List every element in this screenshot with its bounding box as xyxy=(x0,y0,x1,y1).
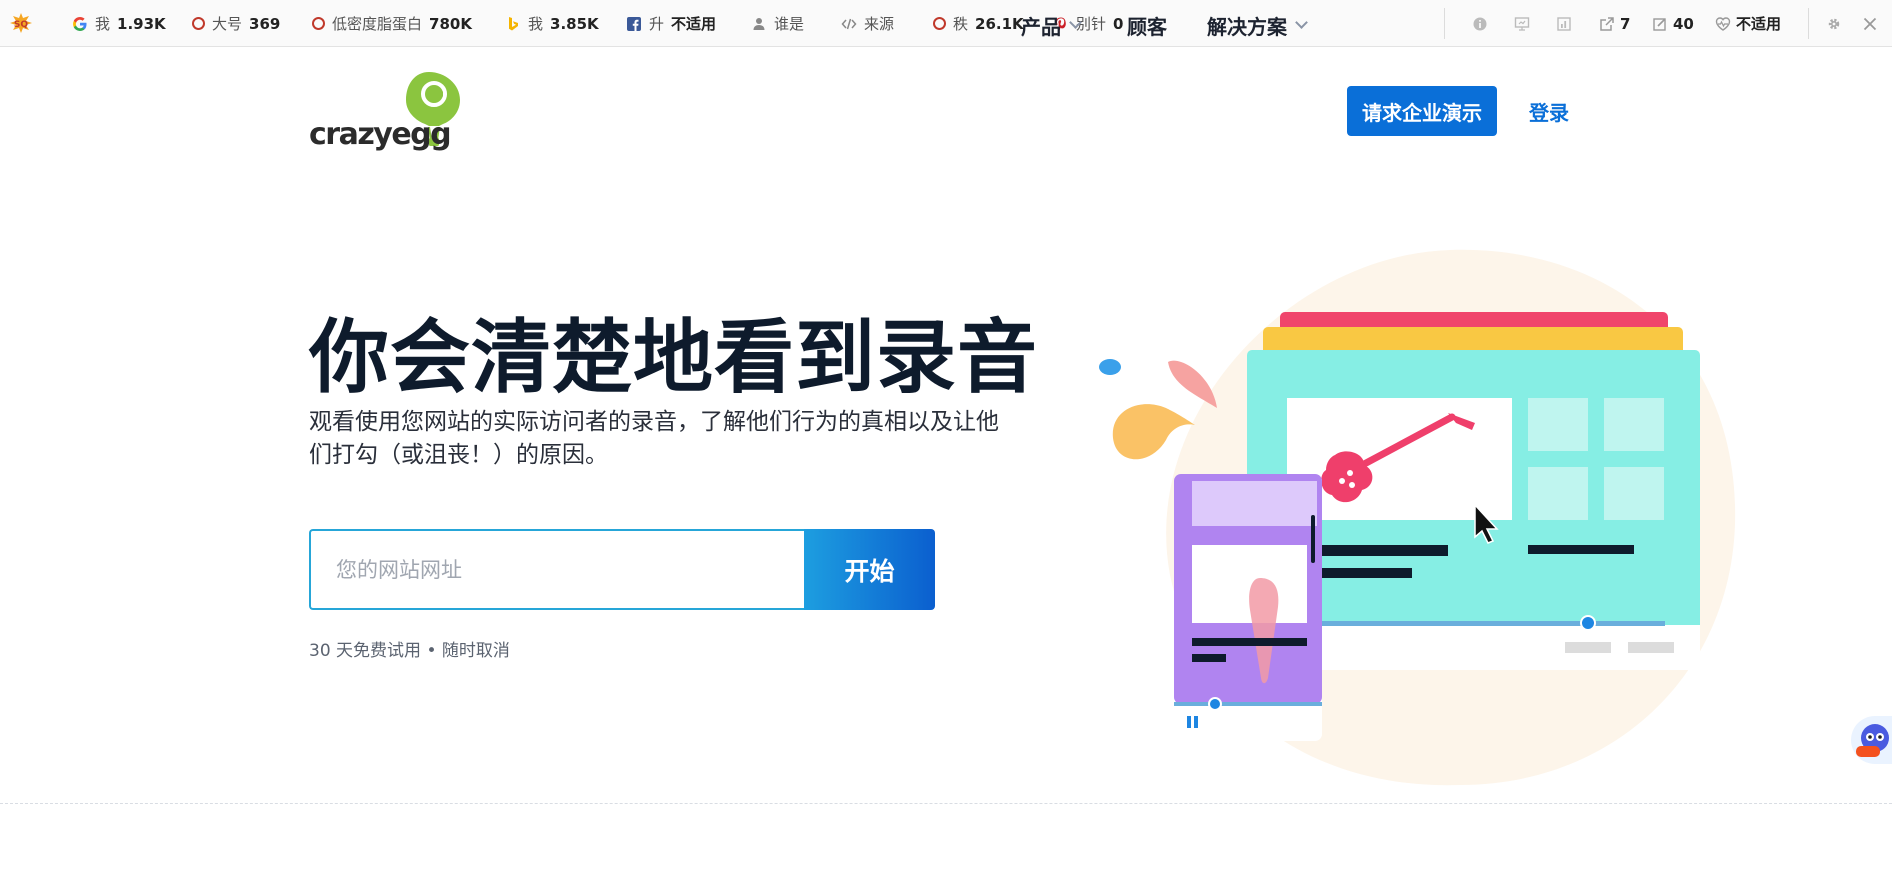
chevron-down-icon xyxy=(1295,16,1308,29)
toolbar-divider xyxy=(1808,8,1809,39)
nav-products[interactable]: 产品 xyxy=(1021,0,1082,50)
side-feedback-widget[interactable] xyxy=(1851,716,1892,764)
recording-illustration xyxy=(1099,249,1736,786)
blue-drop-shape xyxy=(1099,359,1121,375)
trial-note: 30 天免费试用 • 随时取消 xyxy=(309,641,510,661)
seo-whois[interactable]: 谁是 xyxy=(751,0,804,47)
ring-icon xyxy=(933,17,946,30)
seo-item-value: 26.1K xyxy=(975,14,1024,33)
seo-item-value: 0 xyxy=(1113,14,1124,33)
bar-chart-icon xyxy=(1557,16,1571,31)
report-button[interactable] xyxy=(1556,0,1572,47)
seo-rank[interactable]: 秩 26.1K xyxy=(933,0,1024,47)
section-divider xyxy=(0,803,1892,804)
toolbar-settings-button[interactable] xyxy=(1826,0,1842,47)
seo-source[interactable]: 来源 xyxy=(841,0,894,47)
svg-text:SQ: SQ xyxy=(14,20,28,30)
seoquake-logo-icon[interactable]: SQ xyxy=(9,12,33,34)
google-icon xyxy=(73,16,87,31)
heart-pulse-icon xyxy=(1715,16,1731,31)
external-links-value: 7 xyxy=(1620,14,1631,33)
logo-wordmark[interactable]: crazyegg xyxy=(309,117,452,152)
hero-title: 你会清楚地看到录音 xyxy=(309,311,1038,404)
seo-item-value: 780K xyxy=(429,14,472,33)
seo-item-label: 低密度脂蛋白 xyxy=(332,15,423,33)
seo-item-label: 大号 xyxy=(212,15,243,33)
external-link-icon xyxy=(1600,16,1614,31)
nav-products-label: 产品 xyxy=(1021,14,1061,39)
feedback-avatar-icon xyxy=(1856,724,1889,757)
login-link[interactable]: 登录 xyxy=(1529,86,1569,136)
nav-solutions[interactable]: 解决方案 xyxy=(1207,0,1308,50)
external-links-count[interactable]: 7 xyxy=(1599,0,1630,47)
seo-google-index[interactable]: 我 1.93K xyxy=(72,0,166,47)
pink-drop-shape xyxy=(1168,360,1217,408)
gear-icon xyxy=(1828,18,1840,29)
info-icon xyxy=(1473,17,1487,30)
page-info-button[interactable] xyxy=(1472,0,1488,47)
seo-item-label: 我 xyxy=(528,15,544,33)
seo-item-label: 来源 xyxy=(864,15,895,33)
internal-links-count[interactable]: 40 xyxy=(1652,0,1694,47)
seo-item-value: 3.85K xyxy=(550,14,599,33)
nav-solutions-label: 解决方案 xyxy=(1207,14,1287,39)
internal-links-value: 40 xyxy=(1673,14,1694,33)
ring-icon xyxy=(192,17,205,30)
code-icon xyxy=(841,18,857,29)
bing-icon xyxy=(509,16,518,30)
website-url-field[interactable] xyxy=(309,529,804,610)
facebook-icon xyxy=(627,16,641,31)
nav-customers-label: 顾客 xyxy=(1127,14,1167,39)
nav-customers[interactable]: 顾客 xyxy=(1127,0,1167,50)
user-icon xyxy=(753,17,765,30)
ring-icon xyxy=(312,17,325,30)
seo-item-value: 369 xyxy=(249,14,281,33)
chevron-down-icon xyxy=(1069,16,1082,29)
seo-ldp[interactable]: 低密度脂蛋白 780K xyxy=(312,0,472,47)
close-icon xyxy=(1863,17,1877,30)
seo-facebook-likes[interactable]: 升 不适用 xyxy=(626,0,716,47)
seo-alexa-rank[interactable]: 大号 369 xyxy=(192,0,280,47)
density-button[interactable] xyxy=(1514,0,1530,47)
seo-item-label: 升 xyxy=(649,15,665,33)
seo-item-value: 不适用 xyxy=(671,15,717,33)
presentation-icon xyxy=(1514,16,1530,31)
phone-mockup xyxy=(1174,474,1322,741)
seo-item-value: 1.93K xyxy=(117,14,166,33)
seo-item-label: 我 xyxy=(95,15,111,33)
toolbar-divider xyxy=(1444,8,1445,39)
hero-subtitle: 观看使用您网站的实际访问者的录音，了解他们行为的真相以及让他们打勾（或沮丧！）的… xyxy=(309,409,999,468)
seo-bing-index[interactable]: 我 3.85K xyxy=(505,0,599,47)
seo-item-label: 秩 xyxy=(953,15,969,33)
start-button[interactable]: 开始 xyxy=(804,529,935,610)
website-url-input[interactable] xyxy=(336,557,804,582)
seo-toolbar: SQ 我 1.93K 大号 369 低密度脂蛋白 780K 我 3.85K 升 xyxy=(0,0,1892,47)
seo-item-label: 谁是 xyxy=(774,15,805,33)
edit-link-icon xyxy=(1653,17,1666,31)
page-health[interactable]: 不适用 xyxy=(1715,0,1781,47)
page-health-value: 不适用 xyxy=(1736,15,1782,33)
request-demo-button[interactable]: 请求企业演示 xyxy=(1347,86,1497,136)
toolbar-close-button[interactable] xyxy=(1862,0,1878,47)
